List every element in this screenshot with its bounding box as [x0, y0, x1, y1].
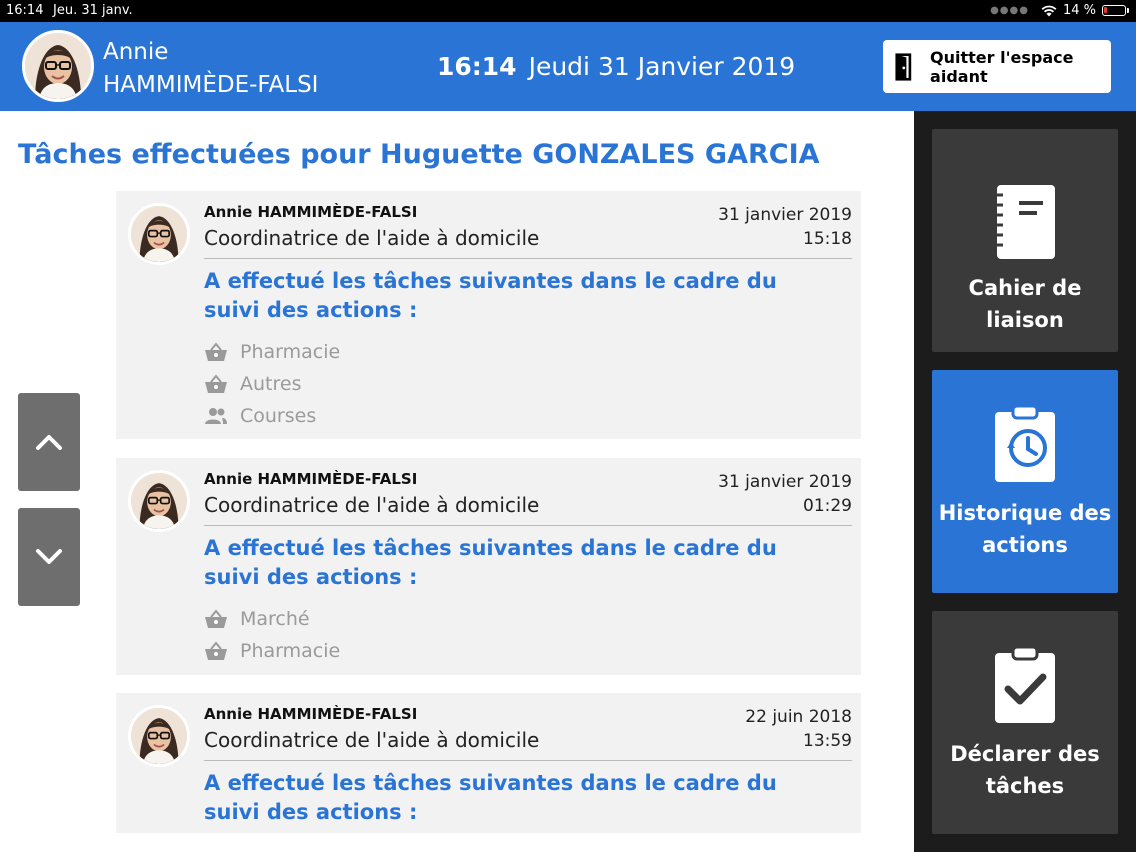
- sidebar-label: Cahier de liaison: [932, 272, 1118, 336]
- app-header: Annie HAMMIMÈDE-FALSI 16:14 Jeudi 31 Janv…: [0, 22, 1136, 111]
- task-label: Autres: [240, 373, 302, 395]
- card-heading: A effectué les tâches suivantes dans le …: [204, 771, 777, 824]
- header-clock: 16:14 Jeudi 31 Janvier 2019: [437, 52, 795, 81]
- sidebar-item-cahier-de-liaison[interactable]: Cahier de liaison: [932, 129, 1118, 352]
- task-label: Marché: [240, 608, 310, 630]
- signal-dots-icon: ●●●●: [990, 5, 1029, 16]
- history-card[interactable]: Annie HAMMIMÈDE-FALSI Coordinatrice de l…: [116, 191, 861, 439]
- battery-icon: [1102, 5, 1129, 16]
- sidebar-label-line: Cahier de liaison: [968, 276, 1082, 332]
- basket-icon: [204, 609, 228, 629]
- basket-icon: [204, 641, 228, 661]
- sidebar-label-line: actions: [982, 533, 1068, 557]
- task-label: Pharmacie: [240, 640, 341, 662]
- status-date: Jeu. 31 janv.: [53, 3, 133, 18]
- user-first-name: Annie: [103, 39, 169, 65]
- scroll-up-button[interactable]: [18, 393, 80, 491]
- quit-button-label: Quitter l'espace aidant: [930, 47, 1074, 86]
- user-name: Annie HAMMIMÈDE-FALSI: [103, 36, 318, 102]
- card-time: 13:59: [803, 731, 852, 751]
- task-list: Marché Pharmacie: [204, 603, 340, 667]
- wifi-icon: [1041, 5, 1057, 16]
- card-heading: A effectué les tâches suivantes dans le …: [204, 269, 777, 322]
- notebook-icon: [993, 185, 1055, 259]
- task-item: Autres: [204, 368, 340, 400]
- author-avatar: [128, 470, 190, 532]
- chevron-up-icon: [36, 435, 62, 450]
- page-title: Tâches effectuées pour Huguette GONZALES…: [18, 139, 820, 170]
- task-item: Pharmacie: [204, 635, 340, 667]
- sidebar-item-declarer[interactable]: Déclarer des tâches: [932, 611, 1118, 834]
- exit-door-icon: [895, 52, 912, 81]
- task-item: Courses: [204, 400, 340, 432]
- card-date: 31 janvier 2019: [718, 472, 852, 492]
- card-role: Coordinatrice de l'aide à domicile: [204, 728, 540, 752]
- author-avatar: [128, 203, 190, 265]
- card-date: 22 juin 2018: [745, 707, 852, 727]
- task-item: Pharmacie: [204, 336, 340, 368]
- basket-icon: [204, 342, 228, 362]
- task-label: Courses: [240, 405, 317, 427]
- card-time: 01:29: [803, 496, 852, 516]
- sidebar-label: Historique des actions: [932, 497, 1118, 561]
- sidebar-label: Déclarer des tâches: [932, 738, 1118, 802]
- card-datetime: 31 janvier 2019 15:18: [718, 203, 852, 251]
- task-label: Pharmacie: [240, 341, 341, 363]
- card-role: Coordinatrice de l'aide à domicile: [204, 493, 540, 517]
- basket-icon: [204, 374, 228, 394]
- quit-button[interactable]: Quitter l'espace aidant: [883, 40, 1111, 93]
- card-date: 31 janvier 2019: [718, 205, 852, 225]
- status-time: 16:14: [6, 3, 44, 18]
- card-heading: A effectué les tâches suivantes dans le …: [204, 536, 777, 589]
- people-icon: [204, 406, 228, 426]
- card-author: Annie HAMMIMÈDE-FALSI: [204, 203, 418, 221]
- card-time: 15:18: [803, 229, 852, 249]
- sidebar-item-historique[interactable]: Historique des actions: [932, 370, 1118, 593]
- card-divider: [204, 760, 852, 761]
- battery-percent: 14 %: [1062, 3, 1096, 18]
- card-divider: [204, 258, 852, 259]
- scroll-down-button[interactable]: [18, 508, 80, 606]
- history-icon: [995, 404, 1055, 482]
- history-card[interactable]: Annie HAMMIMÈDE-FALSI Coordinatrice de l…: [116, 458, 861, 675]
- card-datetime: 22 juin 2018 13:59: [745, 705, 852, 753]
- user-avatar: [22, 30, 94, 102]
- status-bar: 16:14 Jeu. 31 janv. ●●●● 14 %: [0, 0, 1136, 22]
- sidebar-label-line: Déclarer des: [950, 742, 1100, 766]
- sidebar: Cahier de liaison Historique des actions…: [914, 111, 1136, 852]
- task-item: Marché: [204, 603, 340, 635]
- header-time: 16:14: [437, 52, 517, 81]
- card-role: Coordinatrice de l'aide à domicile: [204, 226, 540, 250]
- header-date: Jeudi 31 Janvier 2019: [528, 52, 796, 81]
- clipboard-check-icon: [995, 645, 1055, 723]
- card-divider: [204, 525, 852, 526]
- card-datetime: 31 janvier 2019 01:29: [718, 470, 852, 518]
- sidebar-label-line: tâches: [985, 774, 1065, 798]
- task-list: Pharmacie Autres Courses: [204, 336, 340, 432]
- card-author: Annie HAMMIMÈDE-FALSI: [204, 705, 418, 723]
- author-avatar: [128, 705, 190, 767]
- user-last-name: HAMMIMÈDE-FALSI: [103, 72, 319, 98]
- sidebar-label-line: Historique des: [938, 501, 1112, 525]
- chevron-down-icon: [36, 549, 62, 564]
- status-right: ●●●● 14 %: [990, 3, 1129, 18]
- card-author: Annie HAMMIMÈDE-FALSI: [204, 470, 418, 488]
- history-card[interactable]: Annie HAMMIMÈDE-FALSI Coordinatrice de l…: [116, 693, 861, 833]
- main-content: Tâches effectuées pour Huguette GONZALES…: [0, 111, 914, 852]
